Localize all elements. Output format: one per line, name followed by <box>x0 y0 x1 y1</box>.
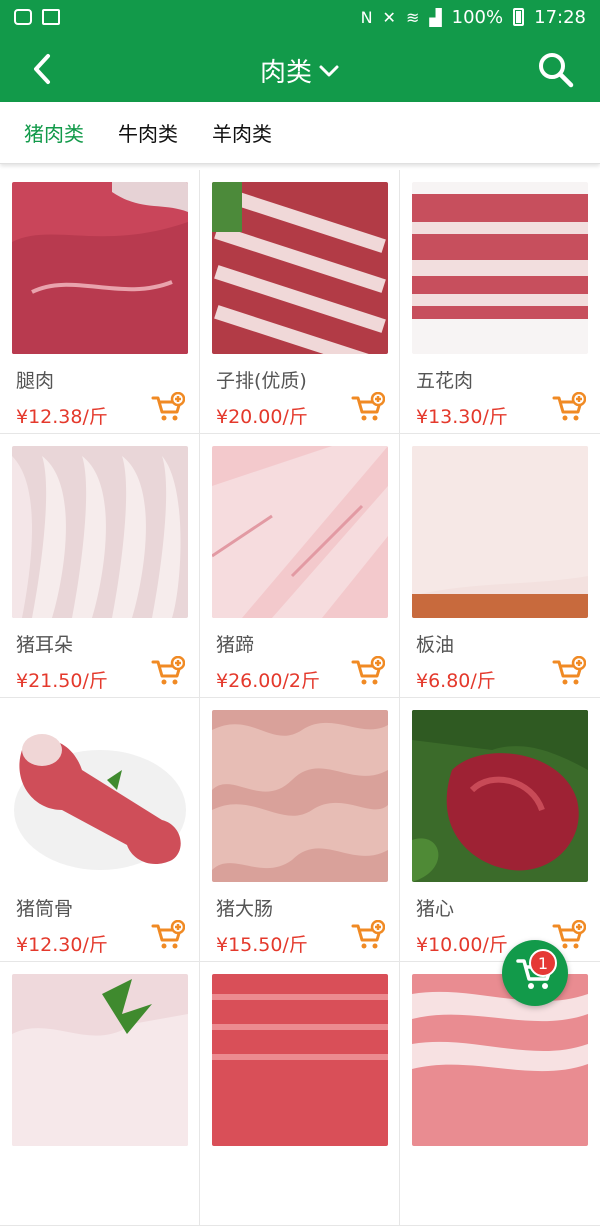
product-image <box>412 710 588 882</box>
category-dropdown[interactable]: 肉类 <box>0 52 600 89</box>
product-card[interactable]: 猪大肠 ¥15.50/斤 <box>200 698 400 962</box>
product-name: 子排(优质) <box>216 370 307 392</box>
add-to-cart-icon[interactable] <box>552 656 586 686</box>
message-icon <box>14 9 32 25</box>
product-card[interactable]: 子排(优质) ¥20.00/斤 <box>200 170 400 434</box>
product-card[interactable]: 五花肉 ¥13.30/斤 <box>400 170 600 434</box>
product-image <box>412 182 588 354</box>
search-button[interactable] <box>536 50 576 90</box>
product-card[interactable] <box>400 962 600 1226</box>
status-left <box>14 9 60 25</box>
product-card[interactable]: 板油 ¥6.80/斤 <box>400 434 600 698</box>
product-image <box>12 182 188 354</box>
add-to-cart-icon[interactable] <box>151 656 185 686</box>
battery-icon <box>513 8 525 26</box>
product-price: ¥21.50/斤 <box>16 670 108 692</box>
product-price: ¥15.50/斤 <box>216 934 308 956</box>
wifi-icon: ≋ <box>405 7 420 27</box>
product-card[interactable]: 腿肉 ¥12.38/斤 <box>0 170 200 434</box>
nfc-icon: N <box>360 7 373 27</box>
product-name: 板油 <box>416 634 455 656</box>
product-grid: 腿肉 ¥12.38/斤 子排(优质) ¥20.00/斤 五花肉 ¥13.30/斤… <box>0 170 600 1226</box>
product-price: ¥12.30/斤 <box>16 934 108 956</box>
add-to-cart-icon[interactable] <box>552 920 586 950</box>
product-price: ¥6.80/斤 <box>416 670 496 692</box>
product-price: ¥10.00/斤 <box>416 934 508 956</box>
add-to-cart-icon[interactable] <box>351 920 385 950</box>
product-name: 猪筒骨 <box>16 898 74 920</box>
chevron-down-icon <box>319 65 339 76</box>
image-icon <box>42 9 60 25</box>
product-card[interactable]: 猪心 ¥10.00/斤 <box>400 698 600 962</box>
status-right: N ✕ ≋ ▟ 100% 17:28 <box>361 7 586 28</box>
status-bar: N ✕ ≋ ▟ 100% 17:28 <box>0 0 600 34</box>
product-price: ¥20.00/斤 <box>216 406 308 428</box>
search-icon <box>539 53 574 88</box>
app-bar: 肉类 <box>0 34 600 102</box>
page-title: 肉类 <box>259 58 312 88</box>
vibrate-icon: ✕ <box>382 7 396 27</box>
product-image <box>212 446 388 618</box>
product-name: 猪大肠 <box>216 898 274 920</box>
product-image <box>412 974 588 1146</box>
product-image <box>12 710 188 882</box>
product-card[interactable] <box>0 962 200 1226</box>
tab-beef[interactable]: 牛肉类 <box>118 118 178 147</box>
add-to-cart-icon[interactable] <box>552 392 586 422</box>
add-to-cart-icon[interactable] <box>151 392 185 422</box>
product-name: 猪蹄 <box>216 634 255 656</box>
signal-icon: ▟ <box>429 7 442 27</box>
product-image <box>12 974 188 1146</box>
product-image <box>12 446 188 618</box>
clock: 17:28 <box>534 6 586 28</box>
add-to-cart-icon[interactable] <box>351 392 385 422</box>
category-tabs: 猪肉类 牛肉类 羊肉类 <box>0 102 600 164</box>
tab-lamb[interactable]: 羊肉类 <box>212 118 272 147</box>
add-to-cart-icon[interactable] <box>351 656 385 686</box>
product-name: 腿肉 <box>16 370 55 392</box>
product-image <box>412 446 588 618</box>
product-price: ¥13.30/斤 <box>416 406 508 428</box>
product-card[interactable] <box>200 962 400 1226</box>
product-name: 五花肉 <box>416 370 474 392</box>
product-name: 猪心 <box>416 898 455 920</box>
product-image <box>212 974 388 1146</box>
product-price: ¥12.38/斤 <box>16 406 108 428</box>
add-to-cart-icon[interactable] <box>151 920 185 950</box>
product-card[interactable]: 猪蹄 ¥26.00/2斤 <box>200 434 400 698</box>
product-image <box>212 710 388 882</box>
product-image <box>212 182 388 354</box>
tab-pork[interactable]: 猪肉类 <box>24 118 84 147</box>
product-price: ¥26.00/2斤 <box>216 670 320 692</box>
cart-count-badge: 1 <box>529 949 557 977</box>
product-card[interactable]: 猪耳朵 ¥21.50/斤 <box>0 434 200 698</box>
product-card[interactable]: 猪筒骨 ¥12.30/斤 <box>0 698 200 962</box>
product-name: 猪耳朵 <box>16 634 74 656</box>
battery-percent: 100% <box>451 6 504 28</box>
